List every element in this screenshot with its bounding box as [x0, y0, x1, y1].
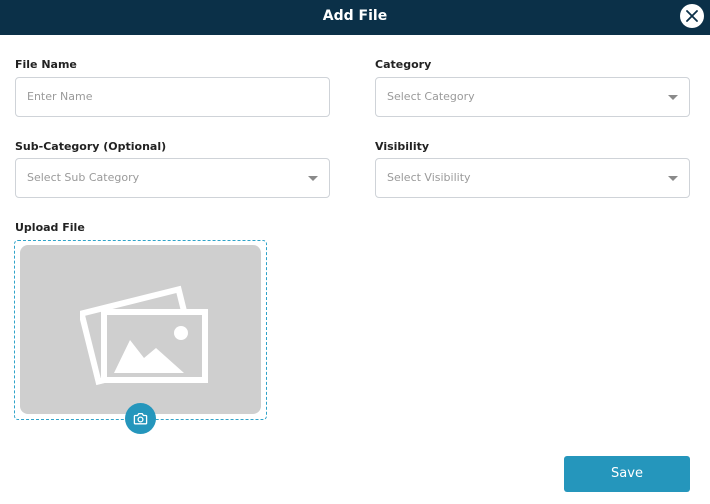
file-name-placeholder: Enter Name — [27, 90, 93, 103]
modal-header: Add File — [0, 0, 710, 35]
chevron-down-icon — [668, 176, 678, 181]
visibility-placeholder: Select Visibility — [387, 171, 471, 184]
image-placeholder-icon — [80, 285, 208, 386]
chevron-down-icon — [668, 95, 678, 100]
category-label: Category — [375, 58, 432, 71]
camera-upload-button[interactable] — [125, 403, 156, 434]
camera-icon — [133, 412, 148, 425]
close-icon — [686, 10, 698, 22]
upload-preview — [20, 245, 261, 414]
visibility-select[interactable]: Select Visibility — [375, 158, 690, 198]
close-button[interactable] — [680, 4, 704, 28]
visibility-label: Visibility — [375, 140, 430, 153]
file-name-label: File Name — [15, 58, 77, 71]
chevron-down-icon — [308, 176, 318, 181]
sub-category-label: Sub-Category (Optional) — [15, 140, 167, 153]
modal-title: Add File — [322, 8, 388, 24]
category-placeholder: Select Category — [387, 90, 475, 103]
file-name-input[interactable]: Enter Name — [15, 77, 330, 117]
upload-dropzone[interactable] — [14, 240, 267, 420]
category-select[interactable]: Select Category — [375, 77, 690, 117]
upload-file-label: Upload File — [15, 221, 85, 234]
sub-category-select[interactable]: Select Sub Category — [15, 158, 330, 198]
save-button[interactable]: Save — [564, 456, 690, 492]
sub-category-placeholder: Select Sub Category — [27, 171, 140, 184]
